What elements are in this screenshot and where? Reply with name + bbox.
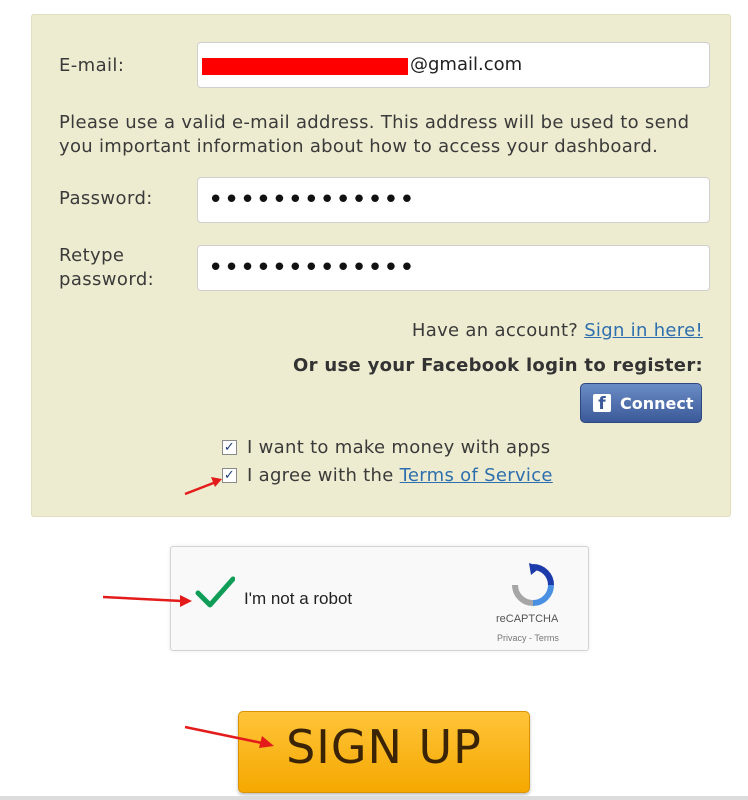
money-checkbox-label: I want to make money with apps (247, 437, 551, 458)
retype-label-line2: password: (59, 269, 155, 290)
facebook-icon: f (593, 394, 611, 414)
facebook-connect-button[interactable]: f Connect (580, 383, 702, 423)
terms-of-service-link[interactable]: Terms of Service (400, 465, 553, 486)
checkmark-icon[interactable] (195, 573, 235, 613)
retype-password-value: ••••••••••••• (208, 253, 416, 283)
password-field[interactable]: ••••••••••••• (197, 177, 710, 223)
terms-prefix: I agree with the (247, 465, 394, 486)
sign-in-link[interactable]: Sign in here! (584, 320, 703, 341)
money-checkbox[interactable]: ✓ (222, 440, 237, 455)
bottom-scroll-edge (0, 796, 748, 800)
sign-up-button[interactable]: SIGN UP (238, 711, 530, 793)
password-label: Password: (59, 188, 153, 209)
have-account-text: Have an account? (411, 320, 579, 341)
email-help-text: Please use a valid e-mail address. This … (59, 112, 690, 157)
facebook-connect-label: Connect (620, 394, 694, 413)
recaptcha-brand: reCAPTCHA (496, 613, 559, 625)
registration-panel: E-mail: @gmail.com Please use a valid e-… (31, 14, 731, 517)
retype-password-field[interactable]: ••••••••••••• (197, 245, 710, 291)
retype-label-line1: Retype (59, 245, 125, 266)
have-account-line: Have an account? Sign in here! (412, 320, 703, 341)
redaction-bar (202, 58, 408, 75)
recaptcha-widget: I'm not a robot reCAPTCHA Privacy - Term… (170, 546, 589, 651)
facebook-prompt: Or use your Facebook login to register: (293, 355, 703, 376)
arrow-annotation-terms (184, 477, 222, 496)
not-robot-label: I'm not a robot (244, 589, 353, 608)
recaptcha-logo-icon (512, 563, 554, 606)
email-value: @gmail.com (410, 54, 523, 75)
email-label: E-mail: (59, 55, 125, 76)
arrow-annotation-signup (184, 725, 274, 748)
arrow-annotation-captcha (102, 595, 192, 607)
terms-checkbox-label: I agree with the Terms of Service (247, 465, 553, 486)
password-value: ••••••••••••• (208, 185, 416, 215)
email-field[interactable]: @gmail.com (197, 42, 710, 88)
recaptcha-links[interactable]: Privacy - Terms (497, 633, 559, 643)
sign-up-label: SIGN UP (286, 720, 482, 774)
